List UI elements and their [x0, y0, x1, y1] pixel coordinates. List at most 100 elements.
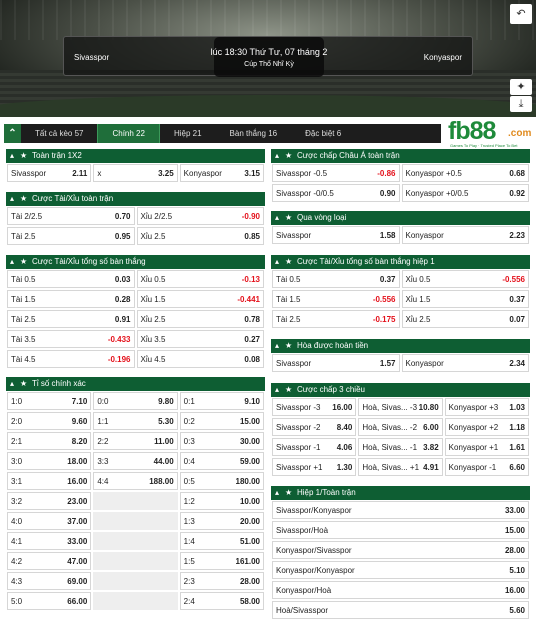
odds-button[interactable]: 2:3 28.00 [179, 572, 264, 590]
odds-button[interactable]: Tài 1.5 -0.556 [272, 290, 400, 308]
tab-goals[interactable]: Bàn thắng 16 [216, 124, 292, 143]
odds-button[interactable]: Konyaspor/Hoà 16.00 [272, 581, 529, 599]
collapse-arrow-icon[interactable]: ▴ [275, 339, 285, 353]
collapse-arrow-icon[interactable]: ▴ [275, 486, 285, 500]
odds-button[interactable]: 4:3 69.00 [7, 572, 92, 590]
odds-button[interactable]: 1:4 51.00 [179, 532, 264, 550]
collapse-arrow-icon[interactable]: ▴ [10, 255, 20, 269]
odds-button[interactable]: Hoà, Sivas... +1 4.91 [358, 458, 443, 476]
tab-special[interactable]: Đặc biệt 6 [291, 124, 355, 143]
odds-button[interactable]: Xỉu 3.5 0.27 [136, 330, 264, 348]
odds-button[interactable]: 5:0 66.00 [7, 592, 92, 610]
odds-button[interactable]: Sivasspor/Hoà 15.00 [272, 521, 529, 539]
odds-button[interactable]: Konyaspor 2.23 [401, 226, 529, 244]
odds-button[interactable]: Konyaspor -1 6.60 [444, 458, 529, 476]
odds-button[interactable]: Sivasspor +1 1.30 [272, 458, 357, 476]
odds-button[interactable]: Sivasspor 1.58 [272, 226, 400, 244]
odds-button[interactable]: 3:3 44.00 [93, 452, 178, 470]
odds-button[interactable]: Tài 3.5 -0.433 [7, 330, 135, 348]
odds-button[interactable]: Xỉu 1.5 0.37 [401, 290, 529, 308]
tab-half[interactable]: Hiệp 21 [160, 124, 216, 143]
odds-button[interactable]: 4:0 37.00 [7, 512, 92, 530]
odds-button[interactable]: x 3.25 [93, 164, 178, 182]
collapse-arrow-icon[interactable]: ▴ [275, 383, 285, 397]
odds-button[interactable]: 0:5 180.00 [179, 472, 264, 490]
odds-button[interactable]: Xỉu 0.5 -0.556 [401, 270, 529, 288]
odds-button[interactable]: 3:2 23.00 [7, 492, 92, 510]
market-header[interactable]: ▴ ★ Tỉ số chính xác [6, 377, 265, 391]
market-header[interactable]: ▴ ★ Qua vòng loại [271, 211, 530, 225]
odds-button[interactable]: Hoà/Sivasspor 5.60 [272, 601, 529, 619]
market-header[interactable]: ▴ ★ Cược Tài/Xỉu tổng số bàn thắng [6, 255, 265, 269]
odds-button[interactable]: 0:2 15.00 [179, 412, 264, 430]
favorite-star-icon[interactable]: ★ [285, 211, 297, 225]
download-icon[interactable]: ⤓ [510, 96, 532, 112]
collapse-arrow-icon[interactable]: ▴ [10, 149, 20, 163]
odds-button[interactable]: Konyaspor 3.15 [179, 164, 264, 182]
favorite-star-icon[interactable]: ★ [20, 149, 32, 163]
odds-button[interactable]: Sivasspor -3 16.00 [272, 398, 357, 416]
odds-button[interactable]: 4:1 33.00 [7, 532, 92, 550]
odds-button[interactable]: 1:2 10.00 [179, 492, 264, 510]
odds-button[interactable]: 1:0 7.10 [7, 392, 92, 410]
collapse-arrow-icon[interactable]: ▴ [275, 211, 285, 225]
odds-button[interactable]: 2:2 11.00 [93, 432, 178, 450]
odds-button[interactable]: Tài 2/2.5 0.70 [7, 207, 135, 225]
market-header[interactable]: ▴ ★ Hòa được hoàn tiền [271, 339, 530, 353]
odds-button[interactable]: 2:1 8.20 [7, 432, 92, 450]
odds-button[interactable]: Konyaspor +1 1.61 [444, 438, 529, 456]
favorite-star-icon[interactable]: ★ [285, 486, 297, 500]
odds-button[interactable]: 3:1 16.00 [7, 472, 92, 490]
odds-button[interactable]: Tài 2.5 -0.175 [272, 310, 400, 328]
odds-button[interactable]: Tài 1.5 0.28 [7, 290, 135, 308]
odds-button[interactable]: 1:3 20.00 [179, 512, 264, 530]
odds-button[interactable]: Konyaspor +0.5 0.68 [401, 164, 529, 182]
odds-button[interactable]: 0:4 59.00 [179, 452, 264, 470]
odds-button[interactable]: Xỉu 2.5 0.85 [136, 227, 264, 245]
odds-button[interactable]: 2:4 58.00 [179, 592, 264, 610]
odds-button[interactable]: 2:0 9.60 [7, 412, 92, 430]
collapse-arrow-icon[interactable]: ▴ [10, 377, 20, 391]
odds-button[interactable]: Tài 4.5 -0.196 [7, 350, 135, 368]
odds-button[interactable]: Sivasspor/Konyaspor 33.00 [272, 501, 529, 519]
odds-button[interactable]: Xỉu 2.5 0.07 [401, 310, 529, 328]
favorite-star-icon[interactable]: ★ [20, 255, 32, 269]
odds-button[interactable]: 0:0 9.80 [93, 392, 178, 410]
odds-button[interactable]: Tài 0.5 0.37 [272, 270, 400, 288]
odds-button[interactable]: Sivasspor -2 8.40 [272, 418, 357, 436]
odds-button[interactable]: Konyaspor +3 1.03 [444, 398, 529, 416]
odds-button[interactable]: 0:3 30.00 [179, 432, 264, 450]
odds-button[interactable]: Konyaspor +0/0.5 0.92 [401, 184, 529, 202]
odds-button[interactable]: Xỉu 4.5 0.08 [136, 350, 264, 368]
odds-button[interactable]: Konyaspor/Sivasspor 28.00 [272, 541, 529, 559]
favorite-star-icon[interactable]: ★ [20, 192, 32, 206]
collapse-arrow-icon[interactable]: ▴ [275, 149, 285, 163]
market-header[interactable]: ▴ ★ Cược Tài/Xỉu toàn trận [6, 192, 265, 206]
odds-button[interactable]: Konyaspor 2.34 [401, 354, 529, 372]
odds-button[interactable]: Sivasspor -1 4.06 [272, 438, 357, 456]
odds-button[interactable]: Xỉu 2/2.5 -0.90 [136, 207, 264, 225]
odds-button[interactable]: 1:1 5.30 [93, 412, 178, 430]
odds-button[interactable]: Tài 2.5 0.95 [7, 227, 135, 245]
collapse-arrow-icon[interactable]: ▴ [275, 255, 285, 269]
tab-all[interactable]: Tất cả kèo 57 [21, 124, 97, 143]
odds-button[interactable]: 4:4 188.00 [93, 472, 178, 490]
market-header[interactable]: ▴ ★ Cược Tài/Xỉu tổng số bàn thắng hiệp 1 [271, 255, 530, 269]
collapse-all-icon[interactable]: ⌃ [4, 124, 21, 143]
odds-button[interactable]: Konyaspor +2 1.18 [444, 418, 529, 436]
odds-button[interactable]: Hoà, Sivas... -1 3.82 [358, 438, 443, 456]
favorite-star-icon[interactable]: ★ [285, 149, 297, 163]
odds-button[interactable]: Hoà, Sivas... -2 6.00 [358, 418, 443, 436]
odds-button[interactable]: Konyaspor/Konyaspor 5.10 [272, 561, 529, 579]
favorite-star-icon[interactable]: ★ [285, 383, 297, 397]
odds-button[interactable]: Xỉu 0.5 -0.13 [136, 270, 264, 288]
odds-button[interactable]: Sivasspor -0/0.5 0.90 [272, 184, 400, 202]
odds-button[interactable]: 0:1 9.10 [179, 392, 264, 410]
collapse-arrow-icon[interactable]: ▴ [10, 192, 20, 206]
odds-button[interactable]: 1:5 161.00 [179, 552, 264, 570]
favorite-star-icon[interactable]: ★ [285, 255, 297, 269]
favorite-star-icon[interactable]: ★ [20, 377, 32, 391]
odds-button[interactable]: 3:0 18.00 [7, 452, 92, 470]
odds-button[interactable]: Hoà, Sivas... -3 10.80 [358, 398, 443, 416]
tab-main[interactable]: Chính 22 [97, 124, 160, 143]
